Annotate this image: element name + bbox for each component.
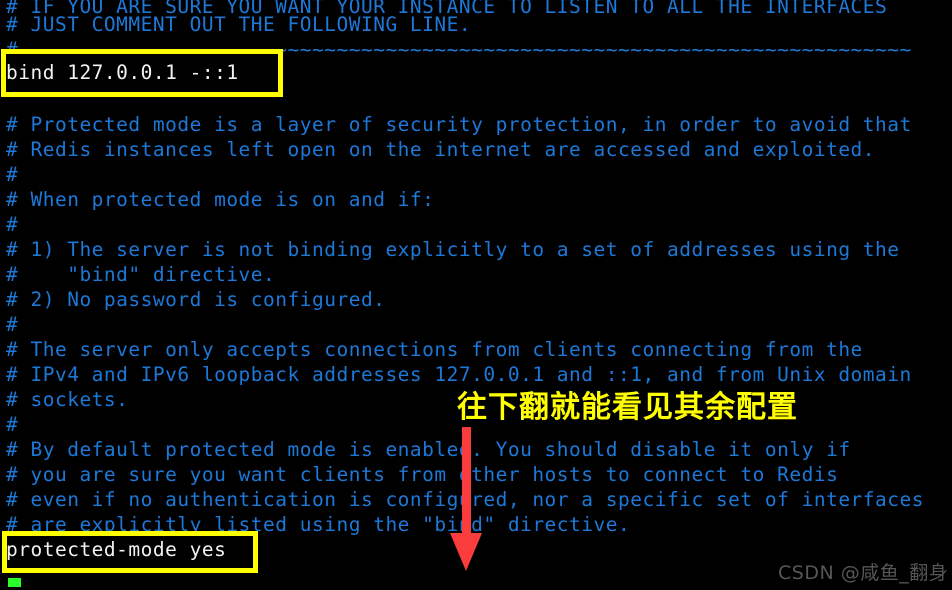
annotation-arrow-shaft bbox=[462, 427, 471, 537]
config-line-bind: bind 127.0.0.1 -::1 bbox=[6, 61, 239, 84]
config-line: # When protected mode is on and if: bbox=[6, 188, 435, 211]
terminal-cursor bbox=[8, 578, 21, 587]
config-line: # you are sure you want clients from oth… bbox=[6, 463, 839, 486]
config-line-protected-mode: protected-mode yes bbox=[6, 538, 227, 561]
annotation-label: 往下翻就能看见其余配置 bbox=[457, 390, 798, 425]
config-line: # bbox=[6, 213, 19, 236]
terminal-window: # IF YOU ARE SURE YOU WANT YOUR INSTANCE… bbox=[0, 0, 952, 590]
config-line: # 2) No password is configured. bbox=[6, 288, 386, 311]
config-line: # bbox=[6, 413, 19, 436]
config-line: # "bind" directive. bbox=[6, 263, 276, 286]
config-line: # IPv4 and IPv6 loopback addresses 127.0… bbox=[6, 363, 912, 386]
config-line: # sockets. bbox=[6, 388, 129, 411]
config-line: # Protected mode is a layer of security … bbox=[6, 113, 912, 136]
config-line: # bbox=[6, 163, 19, 186]
watermark-label: CSDN @咸鱼_翻身 bbox=[778, 562, 949, 584]
config-line: # JUST COMMENT OUT THE FOLLOWING LINE. bbox=[6, 13, 472, 36]
config-line: # 1) The server is not binding explicitl… bbox=[6, 238, 900, 261]
config-line: # Redis instances left open on the inter… bbox=[6, 138, 876, 161]
annotation-arrow-head-icon bbox=[450, 533, 482, 571]
config-line: # The server only accepts connections fr… bbox=[6, 338, 863, 361]
config-line: # By default protected mode is enabled. … bbox=[6, 438, 851, 461]
config-line: # bbox=[6, 313, 19, 336]
